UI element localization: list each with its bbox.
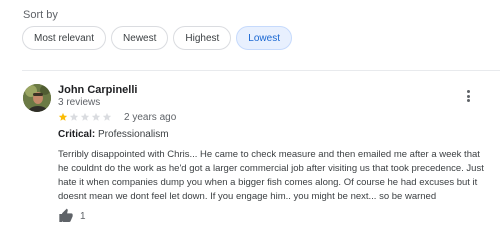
sort-chip-lowest[interactable]: Lowest (236, 26, 292, 50)
sort-label: Sort by (23, 9, 58, 21)
star-empty-icon (102, 112, 112, 121)
critical-value: Professionalism (98, 129, 169, 140)
critical-attribute: Critical: Professionalism (58, 129, 169, 140)
star-empty-icon (80, 112, 90, 121)
divider (22, 70, 500, 71)
star-filled-icon (58, 112, 68, 121)
like-row: 1 (58, 208, 86, 224)
review-date: 2 years ago (124, 111, 177, 123)
review-text: Terribly disappointed with Chris... He c… (58, 149, 484, 202)
sort-chip-most-relevant[interactable]: Most relevant (22, 26, 107, 50)
sort-chips: Most relevant Newest Highest Lowest (22, 26, 292, 50)
reviewer-name[interactable]: John Carpinelli (58, 84, 137, 96)
rating-row: 2 years ago (58, 111, 176, 123)
star-empty-icon (69, 112, 79, 121)
critical-label: Critical: (58, 129, 96, 140)
avatar[interactable] (23, 84, 51, 112)
thumb-up-icon[interactable] (58, 208, 74, 224)
like-count: 1 (80, 210, 86, 222)
reviewer-review-count: 3 reviews (58, 97, 101, 108)
star-empty-icon (91, 112, 101, 121)
sort-chip-newest[interactable]: Newest (111, 26, 169, 50)
sort-chip-highest[interactable]: Highest (173, 26, 232, 50)
star-rating (58, 112, 112, 122)
more-vert-icon (466, 90, 470, 93)
more-options-button[interactable] (462, 88, 474, 104)
